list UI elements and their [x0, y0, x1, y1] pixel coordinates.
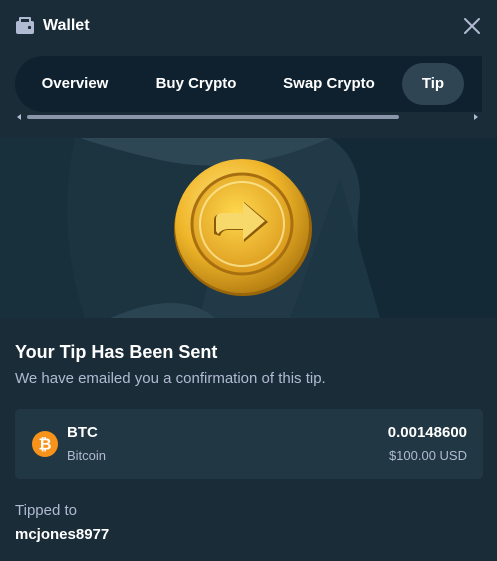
- tab-bar: Overview Buy Crypto Swap Crypto Tip: [15, 56, 482, 112]
- svg-text:₿: ₿: [38, 436, 51, 454]
- scroll-left-icon[interactable]: [17, 114, 21, 120]
- coin-arrow-icon: [174, 159, 312, 296]
- scroll-right-icon[interactable]: [474, 114, 478, 120]
- confirmation-heading: Your Tip Has Been Sent: [15, 342, 218, 362]
- crypto-amount: 0.00148600: [387, 424, 467, 441]
- tab-swap-crypto[interactable]: Swap Crypto: [267, 63, 391, 105]
- transaction-card: ₿ BTC Bitcoin 0.00148600 $100.00 USD: [15, 409, 483, 479]
- modal-title: Wallet: [43, 17, 90, 34]
- coin-symbol: BTC: [67, 424, 98, 441]
- tab-scrollbar[interactable]: [15, 112, 482, 122]
- bitcoin-icon: ₿: [32, 431, 58, 457]
- recipient-label: Tipped to: [15, 502, 77, 519]
- usd-value: $100.00 USD: [388, 448, 467, 463]
- tab-tip[interactable]: Tip: [402, 63, 464, 105]
- close-icon[interactable]: [461, 15, 483, 37]
- recipient-username: mcjones8977: [15, 526, 110, 543]
- confirmation-subtext: We have emailed you a confirmation of th…: [15, 370, 326, 387]
- tab-buy-crypto[interactable]: Buy Crypto: [140, 63, 252, 105]
- tab-overview[interactable]: Overview: [25, 63, 125, 105]
- scrollbar-thumb[interactable]: [27, 115, 399, 119]
- wallet-icon: [16, 17, 34, 34]
- coin-name: Bitcoin: [67, 448, 107, 463]
- modal-header: Wallet: [0, 0, 497, 52]
- wallet-modal: Wallet Overview Buy Crypto Swap Crypto T…: [0, 0, 497, 561]
